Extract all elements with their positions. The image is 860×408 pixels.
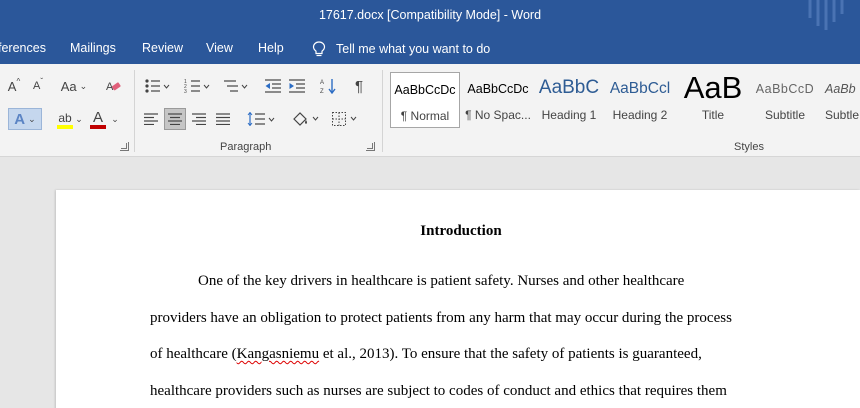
highlight-swatch (57, 124, 73, 129)
align-right-icon (192, 113, 206, 125)
style-subtle-emphasis[interactable]: AaBb Subtle (822, 72, 860, 128)
justify-button[interactable] (212, 108, 234, 130)
eraser-icon: A (106, 81, 121, 93)
chevron-down-icon: ⌄ (28, 113, 36, 124)
style-heading-1[interactable]: AaBbC Heading 1 (536, 72, 602, 128)
font-color-button[interactable]: A (88, 108, 108, 130)
tell-me-search[interactable]: Tell me what you want to do (312, 39, 490, 59)
paragraph-dialog-launcher-icon[interactable] (366, 142, 375, 151)
text-effects-button[interactable]: A ⌄ (8, 108, 42, 130)
pilcrow-icon: ¶ (354, 77, 364, 95)
svg-text:Z: Z (320, 89, 324, 94)
shrink-font-button[interactable]: Aˇ (30, 77, 46, 94)
style-heading-2[interactable]: AaBbCcl Heading 2 (607, 72, 673, 128)
title-bar: 17617.docx [Compatibility Mode] - Word (0, 0, 860, 33)
style-no-spacing[interactable]: AaBbCcDc ¶ No Spac... (463, 72, 533, 128)
paragraph-line: healthcare providers such as nurses are … (150, 383, 727, 399)
justify-icon (216, 113, 230, 125)
paragraph-line: providers have an obligation to protect … (150, 310, 732, 326)
paragraph-line: One of the key drivers in healthcare is … (198, 273, 685, 289)
align-right-button[interactable] (188, 108, 210, 130)
chevron-down-icon[interactable]: ⌄ (110, 113, 120, 125)
align-left-button[interactable] (140, 108, 162, 130)
style-subtitle[interactable]: AaBbCcD Subtitle (752, 72, 818, 128)
line-spacing-button[interactable] (244, 108, 278, 130)
numbering-button[interactable]: 123 (180, 76, 214, 96)
decorative-pattern-icon (808, 0, 844, 30)
paragraph-text: of healthcare ( (150, 346, 237, 362)
clear-formatting-button[interactable]: A (104, 77, 122, 95)
increase-indent-button[interactable] (286, 76, 308, 96)
tab-mailings[interactable]: Mailings (70, 41, 116, 55)
svg-text:3: 3 (184, 89, 187, 93)
style-normal[interactable]: AaBbCcDc ¶ Normal (390, 72, 460, 128)
shading-button[interactable] (288, 108, 324, 130)
tab-review[interactable]: Review (142, 41, 183, 55)
font-dialog-launcher-icon[interactable] (120, 142, 129, 151)
paint-bucket-icon (293, 112, 319, 126)
document-page[interactable]: Introduction One of the key drivers in h… (56, 190, 860, 408)
bullets-button[interactable] (140, 76, 174, 96)
tab-references[interactable]: ferences (0, 41, 46, 55)
multilevel-list-icon (224, 80, 248, 92)
borders-button[interactable] (328, 108, 362, 130)
paragraph-line: of healthcare (Kangasniemu et al., 2013)… (150, 346, 702, 363)
style-title[interactable]: AaB Title (680, 72, 746, 128)
paragraph-text: et al., 2013). To ensure that the safety… (319, 346, 702, 362)
tab-view[interactable]: View (206, 41, 233, 55)
grow-font-button[interactable]: A ^ (6, 77, 22, 94)
sort-button[interactable]: AZ (318, 76, 340, 96)
misspelled-word[interactable]: Kangasniemu (237, 346, 319, 362)
document-canvas[interactable]: Introduction One of the key drivers in h… (0, 157, 860, 408)
decrease-indent-icon (265, 79, 281, 93)
svg-text:A: A (320, 80, 324, 86)
styles-group-label: Styles (734, 141, 764, 153)
borders-icon (332, 112, 357, 126)
lightbulb-icon (312, 41, 326, 57)
line-spacing-icon (247, 112, 275, 126)
tell-me-label: Tell me what you want to do (336, 42, 491, 56)
group-divider (134, 70, 135, 152)
ribbon: A ^ Aˇ Aa ⌄ A A ⌄ ab ⌄ A ⌄ 123 A Z ¶ Par… (0, 64, 860, 157)
align-left-icon (144, 113, 158, 125)
bullet-list-icon (145, 79, 170, 93)
sort-icon: AZ (320, 79, 336, 94)
show-formatting-marks-button[interactable]: ¶ (348, 76, 370, 96)
window-title: 17617.docx [Compatibility Mode] - Word (318, 8, 542, 22)
document-heading: Introduction (420, 223, 502, 239)
align-center-button[interactable] (164, 108, 186, 130)
multilevel-list-button[interactable] (218, 76, 252, 96)
paragraph-group-label: Paragraph (220, 141, 272, 153)
change-case-button[interactable]: Aa ⌄ (58, 78, 90, 94)
align-center-icon (168, 113, 182, 125)
ribbon-tabs: ferences Mailings Review View Help Tell … (0, 33, 860, 64)
chevron-down-icon: ⌄ (79, 80, 88, 91)
chevron-down-icon[interactable]: ⌄ (74, 113, 84, 125)
increase-indent-icon (289, 79, 305, 93)
font-color-swatch (90, 124, 106, 129)
group-divider (382, 70, 383, 152)
numbered-list-icon: 123 (184, 79, 210, 93)
tab-help[interactable]: Help (258, 41, 284, 55)
decrease-indent-button[interactable] (262, 76, 284, 96)
